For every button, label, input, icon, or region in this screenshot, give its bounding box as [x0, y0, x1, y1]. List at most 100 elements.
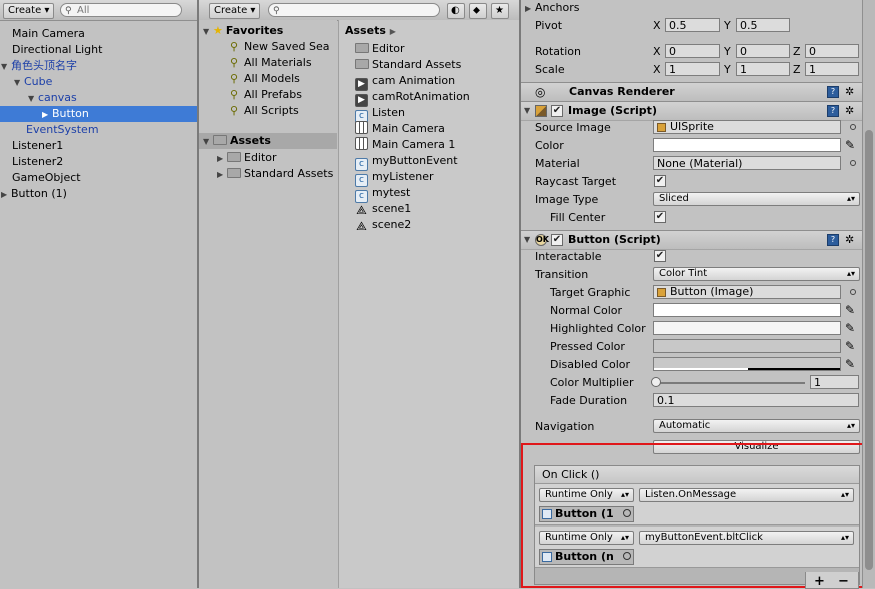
hierarchy-item-eventsystem[interactable]: EventSystem [0, 122, 197, 138]
hierarchy-item-gameobject[interactable]: GameObject [0, 170, 197, 186]
favorite-item[interactable]: ⚲ All Models [227, 71, 300, 87]
canvas-renderer-header[interactable]: ◎ Canvas Renderer ? ✲ [521, 82, 862, 102]
expand-arrow-icon[interactable]: ▼ [524, 231, 534, 249]
asset-item[interactable]: c mytest [355, 185, 410, 203]
favorite-item[interactable]: ⚲ All Materials [227, 55, 312, 71]
rotation-x-field[interactable]: 0 [665, 44, 720, 58]
disabled-color-swatch[interactable] [653, 357, 841, 371]
expand-arrow-icon[interactable]: ▶ [42, 107, 52, 123]
search-by-type-button[interactable]: ◐ [447, 3, 465, 19]
rotation-z-field[interactable]: 0 [805, 44, 859, 58]
object-picker-icon[interactable] [623, 552, 631, 560]
search-by-label-button[interactable]: ⬥ [469, 3, 487, 19]
rotation-y-field[interactable]: 0 [736, 44, 790, 58]
object-picker-icon[interactable] [850, 289, 856, 295]
asset-item[interactable]: ▶ camRotAnimation [355, 89, 470, 107]
expand-arrow-icon[interactable]: ▼ [203, 24, 213, 40]
hierarchy-search-input[interactable]: ⚲ All [60, 3, 182, 17]
breadcrumb[interactable]: Assets ▶ [345, 23, 396, 39]
source-image-field[interactable]: UISprite [653, 120, 841, 134]
fill-center-checkbox[interactable]: ✔ [654, 211, 666, 223]
object-picker-icon[interactable] [850, 124, 856, 130]
assets-subfolder[interactable]: ▶ Standard Assets [217, 166, 333, 182]
expand-arrow-icon[interactable]: ▶ [525, 2, 535, 16]
target-object-field[interactable]: Button (1 [539, 506, 634, 522]
material-field[interactable]: None (Material) [653, 156, 841, 170]
normal-color-swatch[interactable] [653, 303, 841, 317]
gear-icon[interactable]: ✲ [845, 83, 854, 101]
color-swatch[interactable] [653, 138, 841, 152]
expand-arrow-icon[interactable]: ▶ [1, 187, 11, 203]
expand-arrow-icon[interactable]: ▼ [203, 134, 213, 150]
transition-dropdown[interactable]: Color Tint ▴▾ [653, 267, 860, 281]
pivot-y-field[interactable]: 0.5 [736, 18, 790, 32]
button-enabled-checkbox[interactable]: ✔ [551, 234, 563, 246]
expand-arrow-icon[interactable]: ▼ [14, 75, 24, 91]
asset-item[interactable]: c myListener [355, 169, 433, 187]
function-dropdown[interactable]: Listen.OnMessage ▴▾ [639, 488, 854, 502]
runtime-mode-dropdown[interactable]: Runtime Only ▴▾ [539, 531, 634, 545]
function-dropdown[interactable]: myButtonEvent.bltClick ▴▾ [639, 531, 854, 545]
asset-item[interactable]: Editor [355, 41, 405, 57]
hierarchy-item-directional-light[interactable]: Directional Light [0, 42, 197, 58]
asset-item[interactable]: Main Camera [355, 121, 445, 137]
pressed-color-swatch[interactable] [653, 339, 841, 353]
hierarchy-item-listener1[interactable]: Listener1 [0, 138, 197, 154]
object-picker-icon[interactable] [850, 160, 856, 166]
assets-folder-selected[interactable]: ▼ Assets [199, 133, 337, 149]
favorites-header[interactable]: ▼ ★ Favorites [203, 23, 283, 39]
on-click-entry[interactable]: Runtime Only ▴▾ myButtonEvent.bltClick ▴▾ … [535, 527, 859, 568]
color-multiplier-field[interactable]: 1 [810, 375, 859, 389]
pivot-x-field[interactable]: 0.5 [665, 18, 720, 32]
help-book-icon[interactable]: ? [827, 86, 839, 98]
object-picker-icon[interactable] [623, 509, 631, 517]
expand-arrow-icon[interactable]: ▼ [1, 59, 11, 75]
gear-icon[interactable]: ✲ [845, 102, 854, 120]
runtime-mode-dropdown[interactable]: Runtime Only ▴▾ [539, 488, 634, 502]
project-search-input[interactable]: ⚲ [268, 3, 440, 17]
eyedropper-icon[interactable]: ✎ [845, 339, 855, 353]
hierarchy-item-button-selected[interactable]: ▶ Button [0, 106, 197, 122]
eyedropper-icon[interactable]: ✎ [845, 138, 855, 152]
target-object-field[interactable]: Button (n [539, 549, 634, 565]
expand-arrow-icon[interactable]: ▶ [217, 167, 227, 183]
image-type-dropdown[interactable]: Sliced ▴▾ [653, 192, 860, 206]
favorite-item[interactable]: ⚲ New Saved Sea [227, 39, 330, 55]
scrollbar-thumb[interactable] [865, 130, 873, 570]
on-click-entry[interactable]: Runtime Only ▴▾ Listen.OnMessage ▴▾ Button… [535, 484, 859, 525]
navigation-dropdown[interactable]: Automatic ▴▾ [653, 419, 860, 433]
favorite-button[interactable]: ★ [491, 3, 509, 19]
color-multiplier-slider-track[interactable] [657, 382, 805, 384]
raycast-target-checkbox[interactable]: ✔ [654, 175, 666, 187]
hierarchy-item-cube[interactable]: ▼ Cube [0, 74, 197, 90]
assets-subfolder[interactable]: ▶ Editor [217, 150, 277, 166]
asset-item[interactable]: Standard Assets [355, 57, 461, 73]
hierarchy-item-main-camera[interactable]: Main Camera [0, 26, 197, 42]
project-create-button[interactable]: Create ▾ [209, 3, 261, 19]
scale-y-field[interactable]: 1 [736, 62, 790, 76]
image-enabled-checkbox[interactable]: ✔ [551, 105, 563, 117]
scale-z-field[interactable]: 1 [805, 62, 859, 76]
remove-entry-button[interactable]: − [838, 574, 849, 589]
anchors-foldout[interactable]: ▶ Anchors [525, 1, 580, 16]
button-script-header[interactable]: ▼ OK ✔ Button (Script) ? ✲ [521, 230, 862, 250]
eyedropper-icon[interactable]: ✎ [845, 357, 855, 371]
expand-arrow-icon[interactable]: ▼ [28, 91, 38, 107]
expand-arrow-icon[interactable]: ▶ [217, 151, 227, 167]
target-graphic-field[interactable]: Button (Image) [653, 285, 841, 299]
hierarchy-item-root-prefab[interactable]: ▼ 角色头顶名字 [0, 58, 197, 74]
inspector-scrollbar[interactable] [862, 0, 875, 588]
asset-item[interactable]: ▶ cam Animation [355, 73, 455, 91]
hierarchy-item-listener2[interactable]: Listener2 [0, 154, 197, 170]
asset-item[interactable]: ⟁ scene1 [355, 201, 411, 217]
asset-item[interactable]: c Listen [355, 105, 405, 123]
asset-item[interactable]: ⟁ scene2 [355, 217, 411, 233]
interactable-checkbox[interactable]: ✔ [654, 250, 666, 262]
asset-item[interactable]: c myButtonEvent [355, 153, 458, 171]
gear-icon[interactable]: ✲ [845, 231, 854, 249]
image-script-header[interactable]: ▼ ✔ Image (Script) ? ✲ [521, 101, 862, 121]
favorite-item[interactable]: ⚲ All Prefabs [227, 87, 302, 103]
eyedropper-icon[interactable]: ✎ [845, 321, 855, 335]
help-book-icon[interactable]: ? [827, 234, 839, 246]
color-multiplier-slider-thumb[interactable] [651, 377, 661, 387]
